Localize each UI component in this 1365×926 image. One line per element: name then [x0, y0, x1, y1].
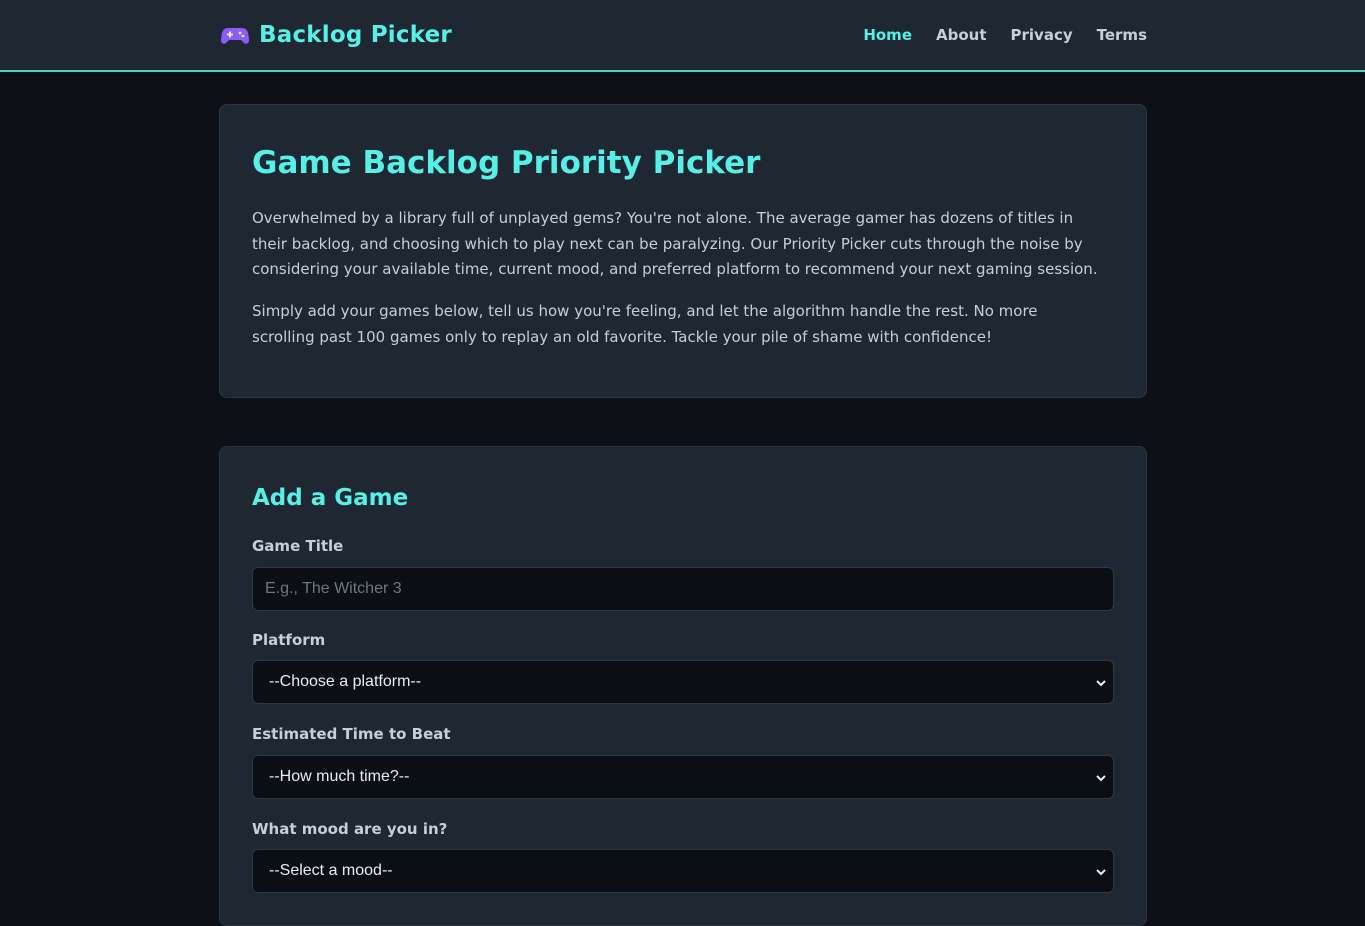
intro-paragraph-1: Overwhelmed by a library full of unplaye…	[252, 209, 1098, 279]
add-game-form: Add a Game Game Title Platform --Choose …	[219, 446, 1147, 926]
platform-selected-value: --Choose a platform--	[269, 673, 422, 690]
nav-link-about[interactable]: About	[936, 26, 987, 44]
mood-select[interactable]: --Select a mood--	[252, 849, 1114, 893]
main-nav: Home About Privacy Terms	[863, 26, 1147, 44]
nav-link-home[interactable]: Home	[863, 26, 912, 44]
intro-paragraph-2: Simply add your games below, tell us how…	[252, 302, 1038, 346]
nav-link-privacy[interactable]: Privacy	[1011, 26, 1073, 44]
mood-selected-value: --Select a mood--	[269, 862, 393, 879]
platform-select[interactable]: --Choose a platform--	[252, 660, 1114, 704]
intro-card: Game Backlog Priority Picker Overwhelmed…	[219, 104, 1147, 398]
chevron-down-icon	[1093, 675, 1109, 691]
chevron-down-icon	[1093, 864, 1109, 880]
top-navbar: Backlog Picker Home About Privacy Terms	[0, 0, 1365, 72]
nav-link-terms[interactable]: Terms	[1097, 26, 1147, 44]
game-title-input[interactable]	[253, 568, 1113, 610]
brand-title: Backlog Picker	[259, 22, 452, 48]
mood-label: What mood are you in?	[252, 820, 448, 838]
game-title-field	[252, 567, 1114, 611]
chevron-down-icon	[1093, 770, 1109, 786]
gamepad-icon	[220, 24, 250, 46]
platform-label: Platform	[252, 631, 326, 649]
time-to-beat-label: Estimated Time to Beat	[252, 725, 451, 743]
time-selected-value: --How much time?--	[269, 768, 410, 785]
game-title-label: Game Title	[252, 537, 344, 555]
time-to-beat-select[interactable]: --How much time?--	[252, 755, 1114, 799]
brand[interactable]: Backlog Picker	[220, 22, 452, 48]
page-title: Game Backlog Priority Picker	[252, 145, 761, 181]
form-title: Add a Game	[252, 485, 409, 511]
